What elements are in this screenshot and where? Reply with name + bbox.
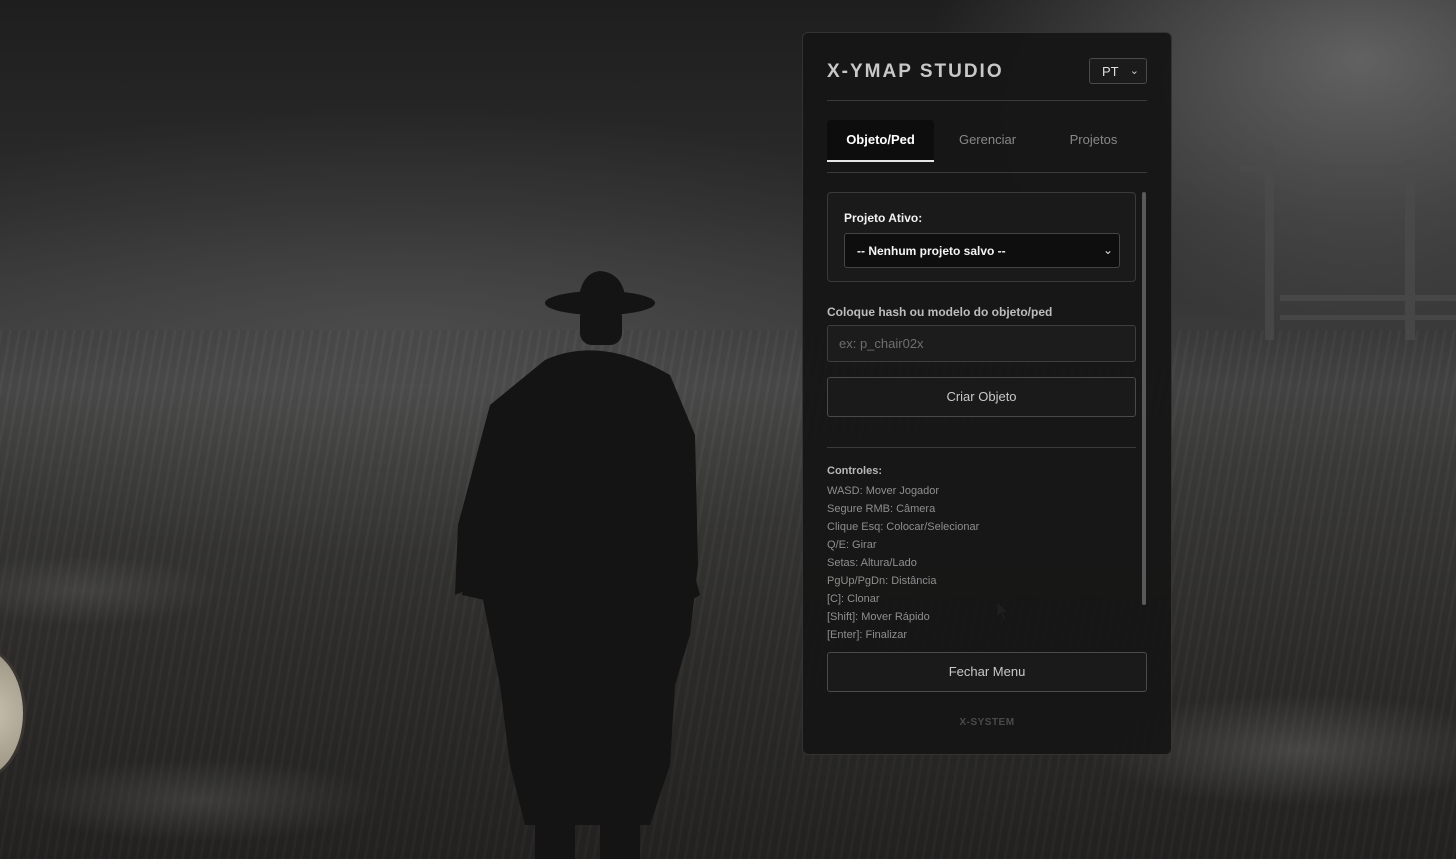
hash-input[interactable] <box>827 325 1136 362</box>
tab-bar: Objeto/Ped Gerenciar Projetos <box>827 120 1147 173</box>
tab-content-scroll-area: Projeto Ativo: -- Nenhum projeto salvo -… <box>827 192 1147 642</box>
ymap-studio-panel: X-YMAP STUDIO PT ⌄ Objeto/Ped Gerenciar … <box>802 32 1172 755</box>
language-select[interactable]: PT ⌄ <box>1089 58 1147 84</box>
tab-objeto-ped[interactable]: Objeto/Ped <box>827 120 934 162</box>
controls-item: Setas: Altura/Lado <box>827 557 917 569</box>
controls-item: PgUp/PgDn: Distância <box>827 575 937 587</box>
game-background <box>0 0 1456 859</box>
controls-list: WASD: Mover Jogador Segure RMB: Câmera C… <box>827 484 1127 646</box>
active-project-label: Projeto Ativo: <box>844 211 923 225</box>
controls-item: [C]: Clonar <box>827 593 880 605</box>
create-object-button[interactable]: Criar Objeto <box>827 377 1136 417</box>
controls-item: WASD: Mover Jogador <box>827 485 940 497</box>
wooden-fence <box>1240 145 1456 340</box>
tab-projetos[interactable]: Projetos <box>1040 120 1147 160</box>
footer-brand: X-SYSTEM <box>959 717 1015 728</box>
controls-title: Controles: <box>827 465 882 477</box>
controls-item: Clique Esq: Colocar/Selecionar <box>827 521 980 533</box>
tab-gerenciar[interactable]: Gerenciar <box>934 120 1041 160</box>
controls-item: Q/E: Girar <box>827 539 877 551</box>
controls-item: [Shift]: Mover Rápido <box>827 611 930 623</box>
chevron-down-icon: ⌄ <box>1102 243 1113 257</box>
cowboy-character <box>455 271 700 859</box>
panel-title: X-YMAP STUDIO <box>827 61 1004 82</box>
controls-item: [Enter]: Finalizar <box>827 629 908 641</box>
close-menu-button[interactable]: Fechar Menu <box>827 652 1147 692</box>
controls-item: Segure RMB: Câmera <box>827 503 936 515</box>
panel-header: X-YMAP STUDIO PT ⌄ <box>827 57 1147 101</box>
muddy-ground <box>0 330 1456 859</box>
language-select-value: PT <box>1102 64 1119 79</box>
hash-input-label: Coloque hash ou modelo do objeto/ped <box>827 305 1053 319</box>
active-project-select[interactable]: -- Nenhum projeto salvo -- ⌄ <box>844 233 1120 268</box>
scrollbar-thumb[interactable] <box>1142 192 1146 605</box>
active-project-card: Projeto Ativo: -- Nenhum projeto salvo -… <box>827 192 1136 282</box>
divider <box>827 447 1136 448</box>
active-project-select-value: -- Nenhum projeto salvo -- <box>857 244 1006 258</box>
chevron-down-icon: ⌄ <box>1129 65 1139 77</box>
